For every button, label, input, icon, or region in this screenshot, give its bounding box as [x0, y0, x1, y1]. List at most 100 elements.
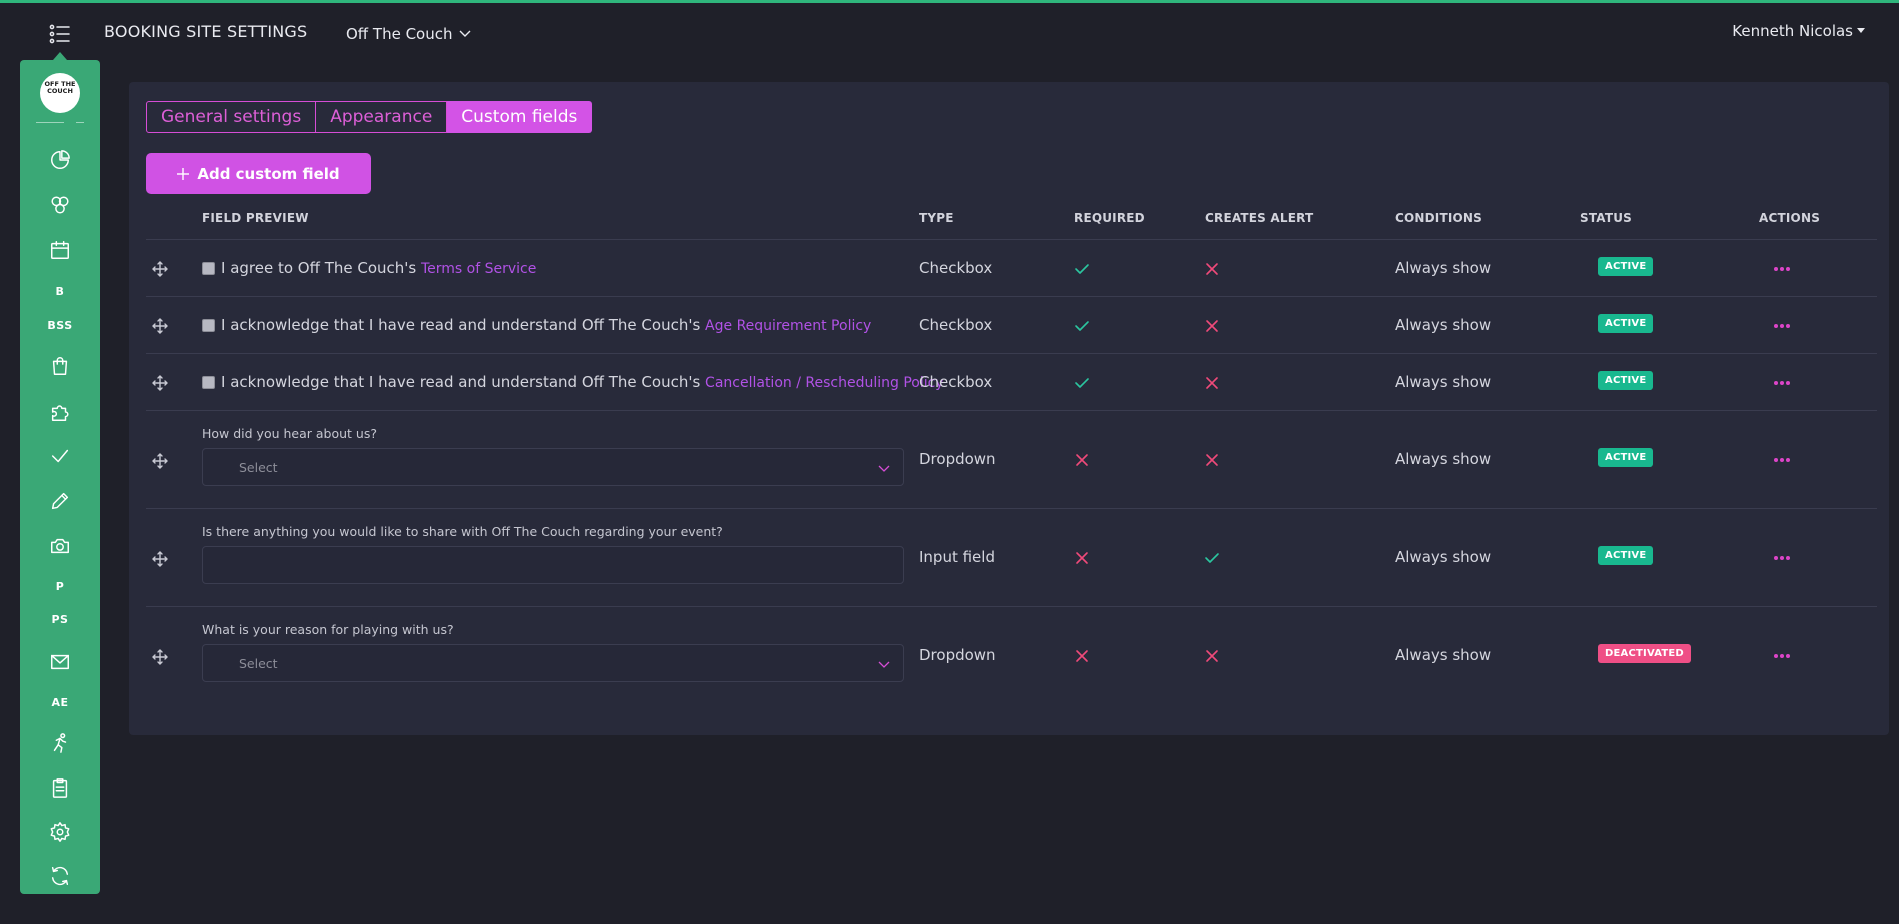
sidebar-item-bss[interactable]: BSS	[20, 309, 100, 341]
sidebar-item-photos[interactable]	[20, 530, 100, 562]
sidebar-item-ae[interactable]: AE	[20, 686, 100, 718]
sidebar-item-groups[interactable]	[20, 189, 100, 221]
table-row: What is your reason for playing with us?…	[146, 606, 1877, 704]
status-badge: ACTIVE	[1598, 314, 1654, 333]
sidebar-item-edit[interactable]	[20, 485, 100, 517]
preview-input-field[interactable]	[202, 546, 904, 584]
sidebar-item-shop[interactable]	[20, 350, 100, 382]
sidebar-item-tasks[interactable]	[20, 440, 100, 472]
row-actions-menu-icon[interactable]	[1774, 458, 1792, 464]
drag-handle-icon[interactable]	[152, 551, 168, 567]
sidebar-item-ps[interactable]: PS	[20, 603, 100, 635]
tab-general-settings[interactable]: General settings	[146, 101, 317, 133]
preview-checkbox[interactable]	[202, 262, 215, 275]
question-label: What is your reason for playing with us?	[202, 622, 454, 637]
sidebar-item-p[interactable]: P	[20, 570, 100, 602]
agreement-text: I acknowledge that I have read and under…	[221, 373, 706, 391]
mail-icon	[51, 654, 69, 670]
column-header-field-preview: FIELD PREVIEW	[202, 211, 309, 225]
field-type: Input field	[919, 548, 995, 566]
terms-of-service-link[interactable]: Terms of Service	[421, 261, 536, 277]
alert-cross-icon	[1204, 452, 1220, 472]
row-actions-menu-icon[interactable]	[1774, 381, 1792, 387]
preview-dropdown[interactable]: Select	[202, 448, 904, 486]
venue-dropdown[interactable]: Off The Couch	[346, 25, 471, 43]
drag-handle-icon[interactable]	[152, 261, 168, 277]
tab-custom-fields[interactable]: Custom fields	[447, 101, 593, 133]
tab-appearance[interactable]: Appearance	[316, 101, 448, 133]
top-accent-bar	[0, 0, 1899, 3]
column-header-required: REQUIRED	[1074, 211, 1145, 225]
drag-handle-icon[interactable]	[152, 318, 168, 334]
alert-cross-icon	[1204, 375, 1220, 395]
alert-cross-icon	[1204, 648, 1220, 668]
dropdown-placeholder: Select	[239, 656, 278, 671]
field-type: Checkbox	[919, 316, 993, 334]
drag-handle-icon[interactable]	[152, 375, 168, 391]
sidebar-item-sync[interactable]	[20, 860, 100, 892]
venue-name: Off The Couch	[346, 25, 453, 43]
user-menu[interactable]: Kenneth Nicolas	[1732, 22, 1865, 40]
table-row: I acknowledge that I have read and under…	[146, 296, 1877, 353]
preview-checkbox[interactable]	[202, 376, 215, 389]
question-label: How did you hear about us?	[202, 426, 377, 441]
preview-dropdown[interactable]: Select	[202, 644, 904, 682]
sidebar-item-puzzles[interactable]	[20, 396, 100, 428]
sidebar-item-calendar[interactable]	[20, 234, 100, 266]
sidebar-divider	[36, 122, 64, 123]
field-preview-text: I acknowledge that I have read and under…	[221, 373, 944, 391]
required-check-icon	[1074, 318, 1090, 338]
pie-chart-icon	[51, 150, 70, 169]
sidebar-item-activity[interactable]	[20, 727, 100, 759]
clipboard-icon	[52, 778, 68, 798]
sidebar-item-label: BSS	[47, 318, 73, 332]
field-preview-text: I acknowledge that I have read and under…	[221, 316, 871, 334]
drag-handle-icon[interactable]	[152, 453, 168, 469]
row-actions-menu-icon[interactable]	[1774, 324, 1792, 330]
column-header-status: STATUS	[1580, 211, 1633, 225]
field-conditions: Always show	[1395, 316, 1492, 334]
field-conditions: Always show	[1395, 548, 1492, 566]
age-requirement-policy-link[interactable]: Age Requirement Policy	[705, 318, 871, 334]
sidebar-item-label: B	[55, 284, 65, 298]
row-actions-menu-icon[interactable]	[1774, 267, 1792, 273]
field-preview-text: I agree to Off The Couch's Terms of Serv…	[221, 259, 536, 277]
field-conditions: Always show	[1395, 450, 1492, 468]
sidebar-item-reports[interactable]	[20, 772, 100, 804]
chevron-down-icon	[878, 661, 890, 668]
agreement-text: I agree to Off The Couch's	[221, 259, 421, 277]
cancellation-policy-link[interactable]: Cancellation / Rescheduling Policy	[705, 375, 944, 391]
logo[interactable]: OFF THE COUCH	[40, 73, 80, 113]
sidebar-item-settings[interactable]	[20, 816, 100, 848]
logo-text: OFF THE COUCH	[44, 80, 76, 95]
page-title: BOOKING SITE SETTINGS	[104, 22, 308, 41]
field-conditions: Always show	[1395, 373, 1492, 391]
table-row: I agree to Off The Couch's Terms of Serv…	[146, 239, 1877, 296]
runner-icon	[53, 733, 67, 753]
status-badge: DEACTIVATED	[1598, 644, 1691, 663]
table-row: I acknowledge that I have read and under…	[146, 353, 1877, 410]
menu-toggle-icon[interactable]	[48, 22, 72, 46]
row-actions-menu-icon[interactable]	[1774, 556, 1792, 562]
shopping-bag-icon	[52, 357, 68, 375]
preview-checkbox[interactable]	[202, 319, 215, 332]
required-cross-icon	[1074, 648, 1090, 668]
user-name: Kenneth Nicolas	[1732, 22, 1853, 40]
sidebar-item-mail[interactable]	[20, 646, 100, 678]
camera-icon	[51, 538, 69, 554]
status-badge: ACTIVE	[1598, 546, 1654, 565]
alert-cross-icon	[1204, 261, 1220, 281]
chevron-down-icon	[459, 30, 470, 37]
table-row: Is there anything you would like to shar…	[146, 508, 1877, 606]
row-actions-menu-icon[interactable]	[1774, 654, 1792, 660]
add-custom-field-button[interactable]: Add custom field	[146, 153, 371, 194]
status-badge: ACTIVE	[1598, 448, 1654, 467]
add-custom-field-label: Add custom field	[197, 164, 340, 183]
sidebar-item-b[interactable]: B	[20, 275, 100, 307]
sidebar-item-dashboard[interactable]	[20, 144, 100, 176]
settings-tabs: General settings Appearance Custom field…	[146, 101, 593, 133]
gear-icon	[50, 822, 70, 842]
drag-handle-icon[interactable]	[152, 649, 168, 665]
alert-cross-icon	[1204, 318, 1220, 338]
column-header-actions: ACTIONS	[1759, 211, 1821, 225]
